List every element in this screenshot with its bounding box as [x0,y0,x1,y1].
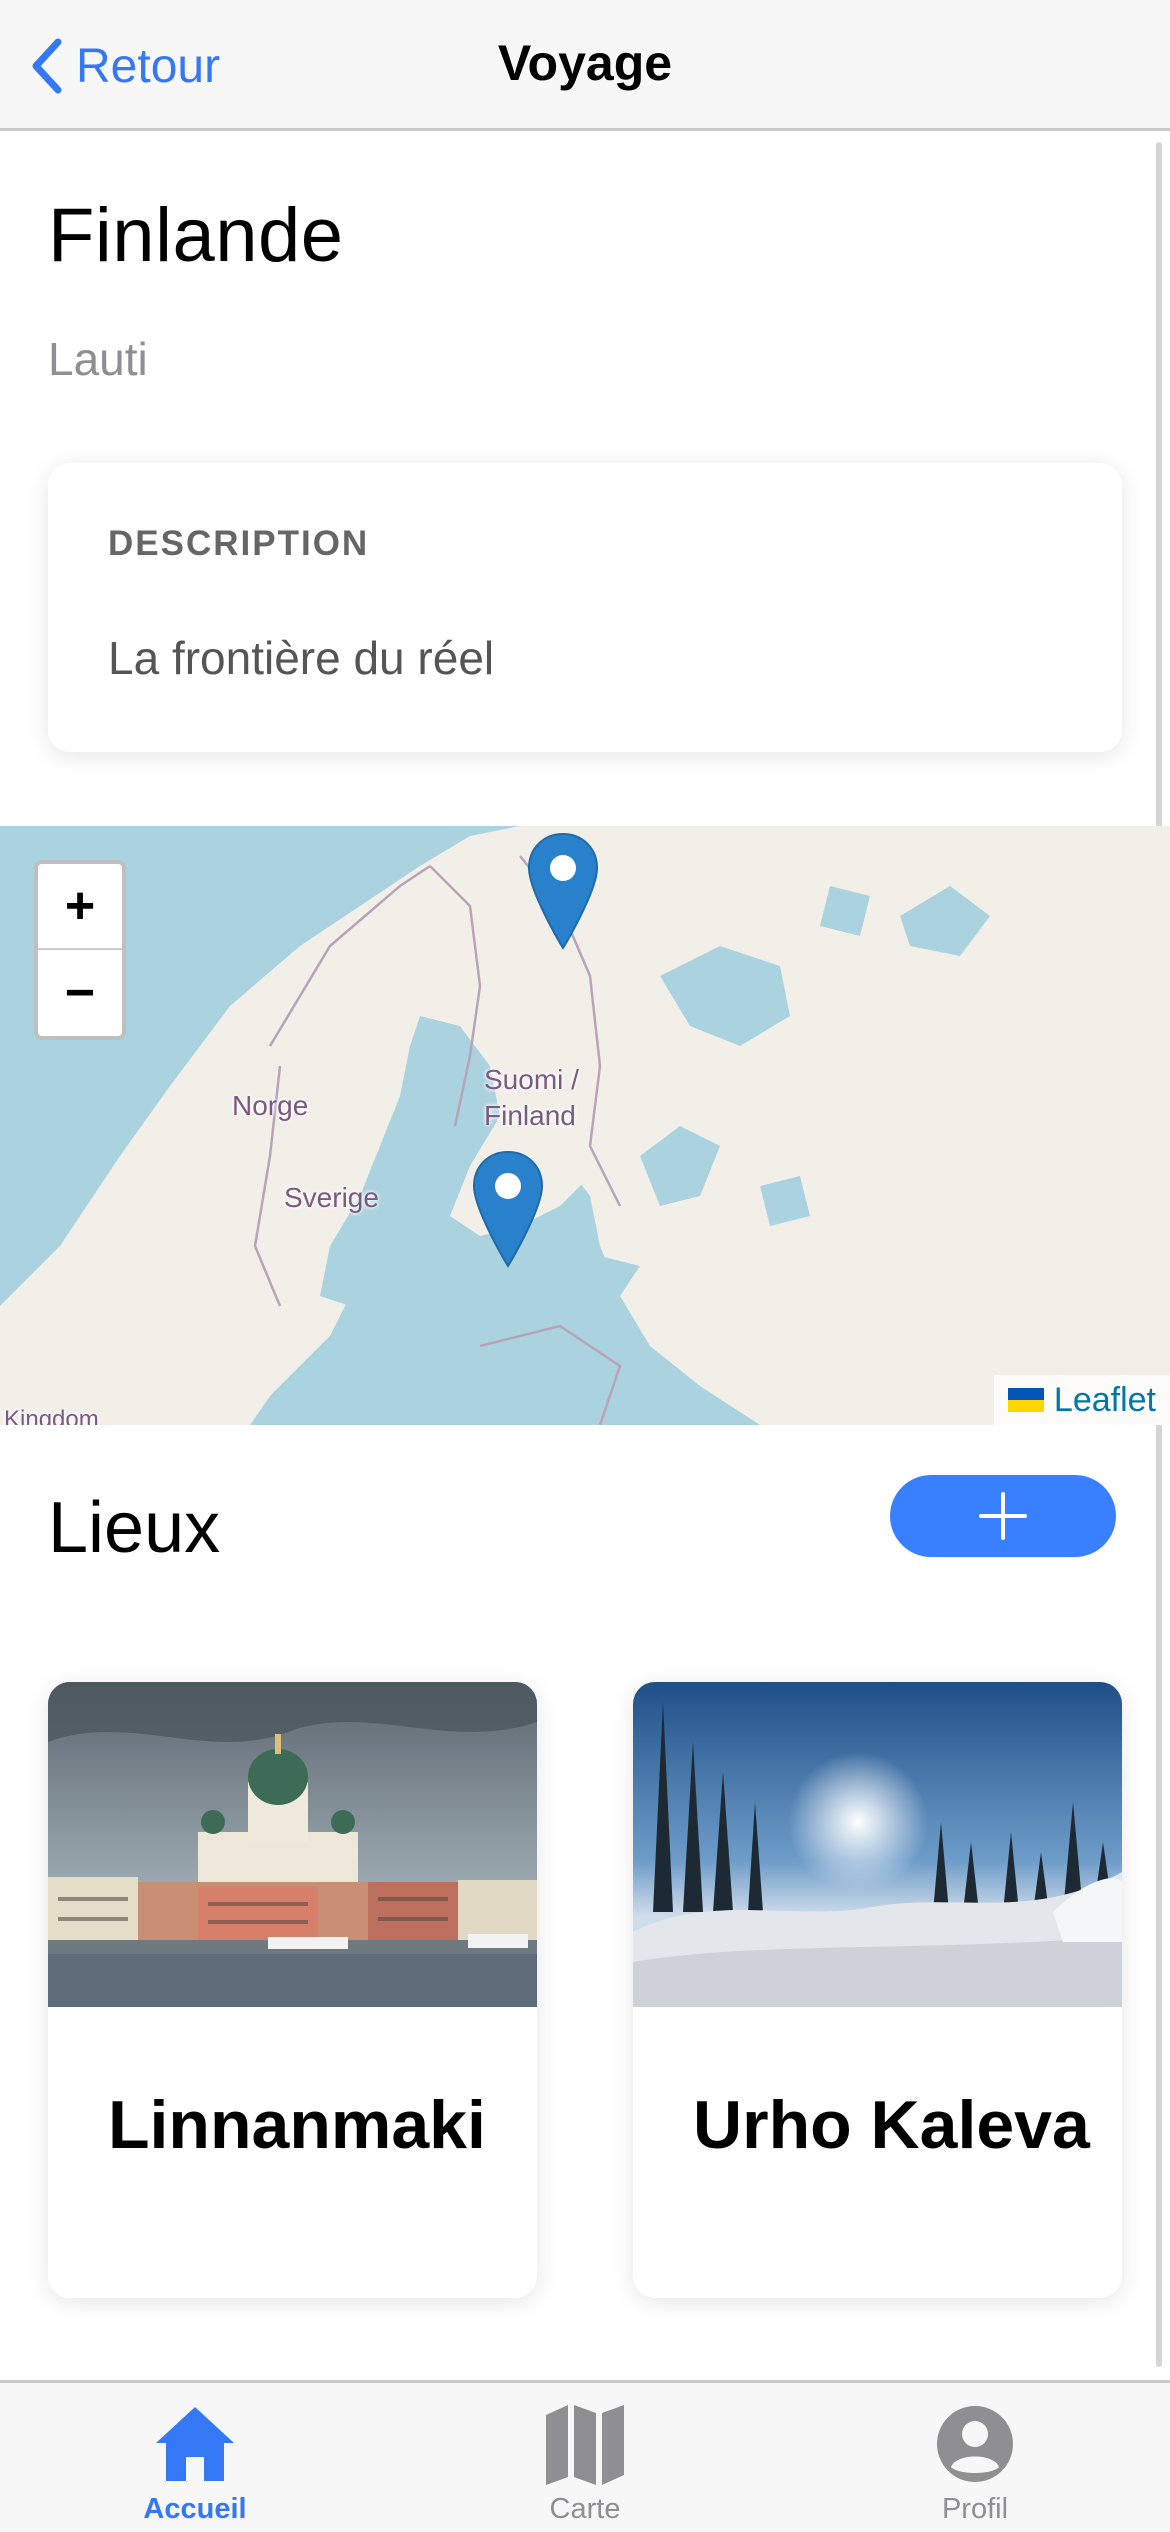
tab-label: Carte [549,2493,621,2525]
map-attribution[interactable]: Leaflet [993,1375,1170,1425]
map-marker-north[interactable] [525,830,601,952]
page-subtitle: Lauti [48,333,148,385]
person-icon [937,2406,1013,2482]
helsinki-cathedral-photo [48,1682,537,2007]
tab-bar: Accueil Carte Profil [0,2380,1170,2532]
tab-profil[interactable]: Profil [780,2383,1170,2532]
trip-map[interactable]: + − Norge Sverige Suomi / Finland Kingdo… [0,826,1170,1425]
place-photo [48,1682,537,2007]
map-label-kingdom: Kingdom [4,1406,99,1425]
header-title: Voyage [497,35,673,91]
add-place-button[interactable] [890,1475,1116,1557]
tab-accueil[interactable]: Accueil [0,2383,390,2532]
plus-icon [979,1492,1027,1540]
place-name: Urho Kaleva [693,2087,1090,2163]
ukraine-flag-icon [1007,1388,1044,1412]
zoom-control: + − [34,860,126,1040]
nav-header: Retour Voyage [0,0,1170,131]
description-text: La frontière du réel [108,632,495,684]
attribution-link[interactable]: Leaflet [1054,1381,1156,1420]
zoom-out-button[interactable]: − [38,950,122,1036]
description-heading: DESCRIPTION [108,524,370,563]
tab-label: Accueil [143,2493,247,2525]
tab-label: Profil [941,2493,1009,2525]
places-title: Lieux [48,1488,221,1568]
map-label-sweden: Sverige [284,1182,379,1213]
place-card[interactable]: Urho Kaleva [633,1682,1122,2298]
map-marker-south[interactable] [470,1148,546,1270]
zoom-in-button[interactable]: + [38,864,122,950]
place-photo [633,1682,1122,2007]
map-icon [546,2405,624,2485]
tab-carte[interactable]: Carte [390,2383,780,2532]
page-title: Finlande [48,193,344,278]
place-name: Linnanmaki [108,2087,486,2163]
place-card[interactable]: Linnanmaki [48,1682,537,2298]
map-label-norway: Norge [232,1090,309,1121]
snowy-forest-photo [633,1682,1122,2007]
description-card: DESCRIPTION La frontière du réel [48,463,1122,752]
home-icon [156,2407,234,2481]
map-label-finland: Suomi / Finland [484,1064,579,1131]
